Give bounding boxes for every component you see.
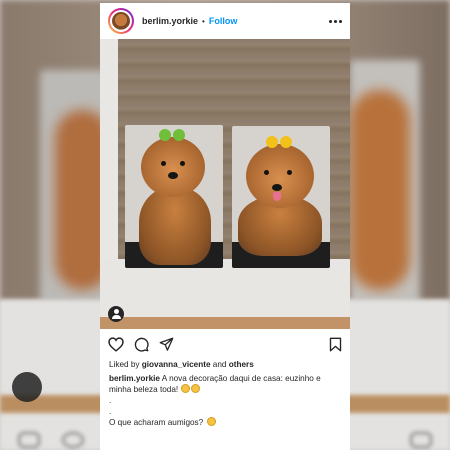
post-meta: Liked by giovanna_vicente and others ber… [100,359,350,428]
post-header: berlim.yorkie • Follow [100,3,350,39]
caption-question: O que acharam aumigos? [109,418,204,427]
follow-button[interactable]: Follow [209,16,238,26]
green-bow [159,129,185,141]
avatar-dog-image [112,12,130,30]
caption-dot-2: . [109,407,112,416]
grinning-emoji-icon [181,384,191,393]
heart-icon[interactable] [108,336,124,352]
heart-eyes-emoji-icon [191,384,201,393]
dog-body [139,187,211,265]
shelf-edge [100,317,350,329]
more-options-icon[interactable] [329,19,342,23]
post-username[interactable]: berlim.yorkie [142,16,198,26]
liked-by-user-link[interactable]: giovanna_vicente [142,360,211,369]
likes-others-link[interactable]: others [229,360,254,369]
white-shelf [100,259,350,319]
caption-dot-1: . [109,396,112,405]
post-actions [100,329,350,359]
bookmark-icon[interactable] [329,337,342,352]
dog-portrait-canvas-left [125,125,223,268]
dog-portrait-canvas-right [232,126,330,268]
comment-icon[interactable] [134,337,149,352]
user-tag-icon[interactable] [108,306,124,322]
share-icon[interactable] [159,337,174,352]
likes-prefix: Liked by [109,360,140,369]
post-photo[interactable] [100,39,350,329]
profile-avatar[interactable] [108,8,134,34]
caption: berlim.yorkie A nova decoração daqui de … [109,373,341,395]
smiling-emoji-icon [206,417,216,426]
dog-head [141,137,205,197]
caption-username[interactable]: berlim.yorkie [109,374,160,383]
likes-line: Liked by giovanna_vicente and others [109,359,341,370]
likes-conjunction: and [212,360,227,369]
background-user-icon [12,372,42,402]
white-wall [100,39,118,279]
caption-question-line: O que acharam aumigos? [109,417,341,428]
header-separator: • [202,16,205,26]
instagram-post: berlim.yorkie • Follow Liked by giovanna… [100,3,350,450]
background-dog-right [350,90,410,290]
yellow-bow [266,136,292,148]
